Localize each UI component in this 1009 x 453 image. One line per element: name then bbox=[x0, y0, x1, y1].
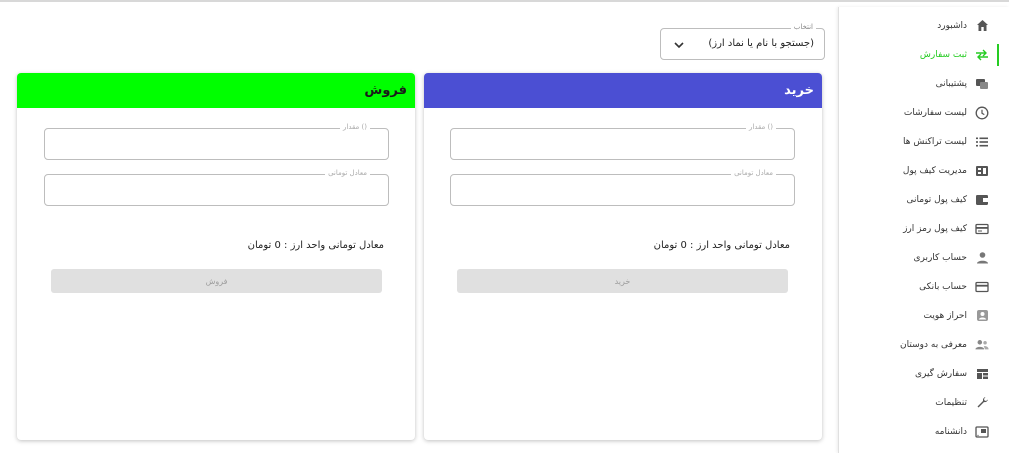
sell-toman-label: معادل تومانی bbox=[325, 169, 370, 177]
buy-card-header: خرید bbox=[424, 73, 822, 108]
top-divider bbox=[0, 0, 1009, 2]
sidebar-item-label: معرفی به دوستان bbox=[900, 339, 967, 350]
currency-select-value: (جستجو با نام یا نماد ارز) bbox=[708, 38, 814, 49]
wallet-manage-icon bbox=[975, 164, 989, 178]
cast-icon bbox=[975, 425, 989, 439]
sidebar-item-label: داشبورد bbox=[937, 20, 967, 31]
sidebar-item-label: احراز هویت bbox=[923, 310, 967, 321]
sidebar-item-label: پشتیبانی bbox=[935, 78, 967, 89]
referral-icon bbox=[975, 338, 989, 352]
sidebar-item-toman-wallet[interactable]: کیف پول تومانی bbox=[838, 185, 1009, 214]
clock-icon bbox=[975, 106, 989, 120]
bank-card-icon bbox=[975, 280, 989, 294]
sidebar-item-bank-account[interactable]: حساب بانکی bbox=[838, 272, 1009, 301]
sidebar-item-verification[interactable]: احراز هویت bbox=[838, 301, 1009, 330]
buy-equivalent-text: معادل تومانی واحد ارز : 0 تومان bbox=[653, 240, 790, 251]
sidebar-item-settings[interactable]: تنظیمات bbox=[838, 388, 1009, 417]
sidebar-item-label: حساب بانکی bbox=[919, 281, 967, 292]
sidebar-item-label: ثبت سفارش bbox=[919, 49, 967, 60]
sell-equivalent-text: معادل تومانی واحد ارز : 0 تومان bbox=[247, 240, 384, 251]
sidebar-item-label: دانشنامه bbox=[934, 426, 967, 437]
sidebar-item-referral[interactable]: معرفی به دوستان bbox=[838, 330, 1009, 359]
sidebar-item-dashboard[interactable]: داشبورد bbox=[838, 11, 1009, 40]
sidebar-item-support[interactable]: پشتیبانی bbox=[838, 69, 1009, 98]
sell-amount-input[interactable]: مقدار () bbox=[44, 123, 389, 160]
sidebar-item-user-account[interactable]: حساب کاربری bbox=[838, 243, 1009, 272]
sell-title: فروش bbox=[364, 83, 407, 98]
wrench-icon bbox=[975, 396, 989, 410]
sidebar-item-crypto-wallet[interactable]: کیف پول رمز ارز bbox=[838, 214, 1009, 243]
buy-card: خرید مقدار () معادل تومانی معادل تومانی … bbox=[424, 73, 822, 440]
chevron-down-icon bbox=[673, 37, 685, 51]
currency-select[interactable]: انتخاب (جستجو با نام یا نماد ارز) bbox=[660, 23, 825, 60]
buy-amount-input[interactable]: مقدار () bbox=[450, 123, 795, 160]
sidebar-item-label: مدیریت کیف پول bbox=[902, 165, 967, 176]
grid-icon bbox=[975, 367, 989, 381]
sidebar-item-wallet-management[interactable]: مدیریت کیف پول bbox=[838, 156, 1009, 185]
sidebar-item-label: تنظیمات bbox=[935, 397, 967, 408]
buy-toman-label: معادل تومانی bbox=[731, 169, 776, 177]
currency-select-legend: انتخاب bbox=[790, 23, 816, 31]
sidebar-item-label: لیست سفارشات bbox=[903, 107, 967, 118]
user-icon bbox=[975, 251, 989, 265]
home-icon bbox=[975, 19, 989, 33]
sidebar-item-new-order[interactable]: ثبت سفارش bbox=[838, 40, 1009, 69]
sidebar-item-label: سفارش گیری bbox=[914, 368, 967, 379]
sidebar-item-knowledge-base[interactable]: دانشنامه bbox=[838, 417, 1009, 446]
sidebar-item-label: لیست تراکنش ها bbox=[903, 136, 967, 147]
sidebar-item-order-taking[interactable]: سفارش گیری bbox=[838, 359, 1009, 388]
crypto-wallet-icon bbox=[975, 222, 989, 236]
buy-title: خرید bbox=[784, 83, 814, 98]
sell-amount-label: مقدار () bbox=[340, 123, 370, 131]
buy-toman-input[interactable]: معادل تومانی bbox=[450, 169, 795, 206]
sidebar-item-transactions[interactable]: لیست تراکنش ها bbox=[838, 127, 1009, 156]
buy-button[interactable]: خرید bbox=[457, 269, 788, 293]
sell-button[interactable]: فروش bbox=[51, 269, 382, 293]
sell-card: فروش مقدار () معادل تومانی معادل تومانی … bbox=[17, 73, 415, 440]
sidebar: داشبورد ثبت سفارش پشتیبانی لیست سفارشات … bbox=[838, 7, 1009, 453]
sell-card-header: فروش bbox=[17, 73, 415, 108]
id-badge-icon bbox=[975, 309, 989, 323]
support-icon bbox=[975, 77, 989, 91]
sidebar-item-label: کیف پول تومانی bbox=[906, 194, 967, 205]
sidebar-item-orders[interactable]: لیست سفارشات bbox=[838, 98, 1009, 127]
sell-toman-input[interactable]: معادل تومانی bbox=[44, 169, 389, 206]
sidebar-item-label: کیف پول رمز ارز bbox=[903, 223, 967, 234]
list-icon bbox=[975, 135, 989, 149]
buy-amount-label: مقدار () bbox=[746, 123, 776, 131]
wallet-icon bbox=[975, 193, 989, 207]
exchange-icon bbox=[975, 48, 989, 62]
sidebar-item-label: حساب کاربری bbox=[913, 252, 967, 263]
